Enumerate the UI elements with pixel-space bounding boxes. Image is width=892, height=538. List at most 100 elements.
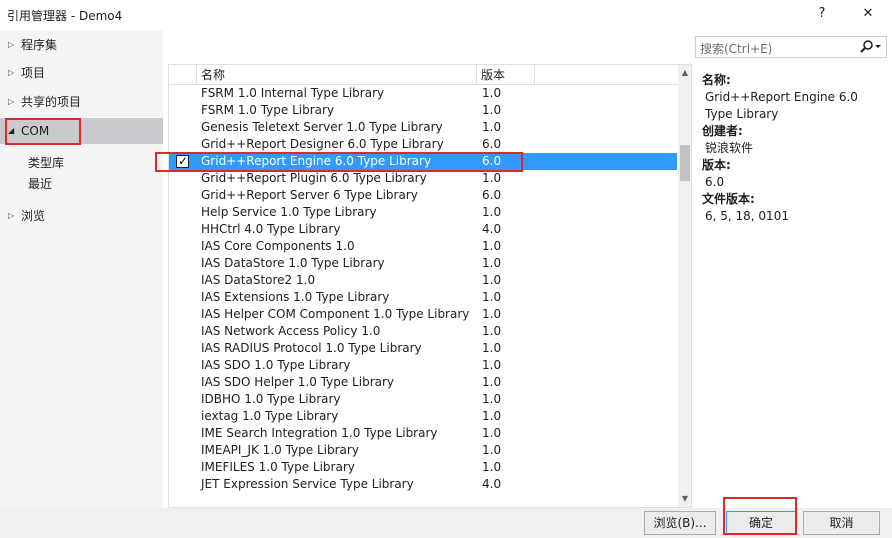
row-version: 1.0 [482, 307, 502, 321]
search-icon[interactable] [860, 39, 882, 55]
row-version: 1.0 [482, 205, 502, 219]
detail-version-label: 版本: [702, 158, 731, 172]
table-row[interactable]: ✓ Grid++Report Engine 6.0 Type Library 6.0 [169, 153, 677, 170]
row-name: Genesis Teletext Server 1.0 Type Library [201, 120, 443, 134]
search-box[interactable]: 搜索(Ctrl+E) [695, 36, 887, 58]
row-version: 1.0 [482, 426, 502, 440]
row-name: HHCtrl 4.0 Type Library [201, 222, 341, 236]
row-name: Help Service 1.0 Type Library [201, 205, 377, 219]
browse-button[interactable]: 浏览(B)... [644, 511, 716, 535]
table-row[interactable]: IAS DataStore2 1.0 1.0 [169, 272, 679, 289]
cancel-button[interactable]: 取消 [803, 511, 880, 535]
title-bar: 引用管理器 - Demo4 ? ✕ [0, 0, 892, 30]
table-row[interactable]: JET Expression Service Type Library 4.0 [169, 476, 679, 493]
column-header-name[interactable]: 名称 [197, 65, 477, 85]
table-row[interactable]: FSRM 1.0 Internal Type Library 1.0 [169, 85, 679, 102]
table-row[interactable]: FSRM 1.0 Type Library 1.0 [169, 102, 679, 119]
sidebar-item-label: 程序集 [21, 38, 58, 52]
row-version: 4.0 [482, 477, 502, 491]
scroll-down-icon[interactable]: ▼ [678, 491, 691, 507]
row-version: 1.0 [482, 273, 502, 287]
sidebar-item-assemblies[interactable]: ▷ 程序集 [0, 32, 163, 58]
table-row[interactable]: IAS Extensions 1.0 Type Library 1.0 [169, 289, 679, 306]
table-row[interactable]: HHCtrl 4.0 Type Library 4.0 [169, 221, 679, 238]
check-mark-icon: ✓ [177, 154, 189, 168]
sidebar-item-browse[interactable]: ▷ 浏览 [0, 203, 163, 229]
table-row[interactable]: IAS Network Access Policy 1.0 1.0 [169, 323, 679, 340]
row-name: IME Search Integration 1.0 Type Library [201, 426, 438, 440]
table-row[interactable]: IME Search Integration 1.0 Type Library 1… [169, 425, 679, 442]
detail-creator-label: 创建者: [702, 124, 743, 138]
row-name: IAS Core Components 1.0 [201, 239, 355, 253]
row-name: IDBHO 1.0 Type Library [201, 392, 341, 406]
sidebar-item-shared-projects[interactable]: ▷ 共享的项目 [0, 89, 163, 115]
row-checkbox[interactable]: ✓ [176, 154, 189, 168]
expand-arrow-icon: ▷ [8, 40, 15, 49]
header-checkbox-column [169, 65, 197, 85]
table-row[interactable]: IMEAPI_JK 1.0 Type Library 1.0 [169, 442, 679, 459]
detail-version-value: 6.0 [705, 175, 725, 189]
expand-arrow-icon: ▷ [8, 68, 15, 77]
row-version: 1.0 [482, 392, 502, 406]
expand-arrow-icon: ▷ [8, 97, 15, 106]
expand-arrow-icon: ▷ [8, 211, 15, 220]
table-row[interactable]: IDBHO 1.0 Type Library 1.0 [169, 391, 679, 408]
row-version: 1.0 [482, 324, 502, 338]
detail-name-label: 名称: [702, 73, 731, 87]
table-row[interactable]: IAS RADIUS Protocol 1.0 Type Library 1.0 [169, 340, 679, 357]
table-row[interactable]: IAS SDO Helper 1.0 Type Library 1.0 [169, 374, 679, 391]
row-version: 1.0 [482, 256, 502, 270]
table-row[interactable]: IAS Helper COM Component 1.0 Type Librar… [169, 306, 679, 323]
row-version: 1.0 [482, 239, 502, 253]
table-row[interactable]: Grid++Report Designer 6.0 Type Library 6.… [169, 136, 679, 153]
row-version: 1.0 [482, 290, 502, 304]
type-library-list: 名称 版本 FSRM 1.0 Internal Type Library 1.0 F… [168, 64, 692, 508]
row-name: IAS SDO 1.0 Type Library [201, 358, 351, 372]
row-name: JET Expression Service Type Library [201, 477, 414, 491]
sidebar-subitem-recent[interactable]: 最近 [28, 174, 52, 194]
row-version: 4.0 [482, 222, 502, 236]
window-title: 引用管理器 - Demo4 [7, 9, 123, 23]
table-row[interactable]: Genesis Teletext Server 1.0 Type Library… [169, 119, 679, 136]
row-version: 1.0 [482, 375, 502, 389]
details-pane: 名称: Grid++Report Engine 6.0 Type Library… [702, 72, 887, 225]
vertical-scrollbar[interactable]: ▲ ▼ [678, 65, 691, 507]
table-row[interactable]: Grid++Report Server 6 Type Library 6.0 [169, 187, 679, 204]
sidebar-item-com[interactable]: ◢ COM [0, 118, 163, 144]
row-name: IAS DataStore2 1.0 [201, 273, 316, 287]
dialog-footer: 浏览(B)... 确定 取消 [0, 508, 892, 538]
sidebar-item-label: 浏览 [21, 209, 46, 223]
table-row[interactable]: iextag 1.0 Type Library 1.0 [169, 408, 679, 425]
table-row[interactable]: IAS SDO 1.0 Type Library 1.0 [169, 357, 679, 374]
sidebar-item-label: COM [21, 124, 50, 138]
sidebar-subitem-type-libraries[interactable]: 类型库 [28, 153, 64, 173]
row-name: FSRM 1.0 Internal Type Library [201, 86, 385, 100]
row-name: IAS Extensions 1.0 Type Library [201, 290, 390, 304]
row-name: Grid++Report Plugin 6.0 Type Library [201, 171, 427, 185]
row-name: IMEAPI_JK 1.0 Type Library [201, 443, 359, 457]
close-button[interactable]: ✕ [854, 4, 882, 24]
help-button[interactable]: ? [808, 4, 836, 24]
row-name: iextag 1.0 Type Library [201, 409, 339, 423]
table-row[interactable]: IAS DataStore 1.0 Type Library 1.0 [169, 255, 679, 272]
list-header: 名称 版本 [169, 65, 679, 85]
table-row[interactable]: IMEFILES 1.0 Type Library 1.0 [169, 459, 679, 476]
sidebar-item-projects[interactable]: ▷ 项目 [0, 60, 163, 86]
detail-file-version-value: 6, 5, 18, 0101 [705, 209, 789, 223]
table-row[interactable]: Grid++Report Plugin 6.0 Type Library 1.0 [169, 170, 679, 187]
row-version: 6.0 [482, 188, 502, 202]
row-name: IMEFILES 1.0 Type Library [201, 460, 355, 474]
scroll-thumb[interactable] [680, 145, 690, 181]
detail-file-version-label: 文件版本: [702, 192, 755, 206]
row-name: IAS Network Access Policy 1.0 [201, 324, 381, 338]
table-row[interactable]: IAS Core Components 1.0 1.0 [169, 238, 679, 255]
scroll-up-icon[interactable]: ▲ [678, 65, 691, 81]
row-version: 1.0 [482, 409, 502, 423]
collapse-arrow-icon: ◢ [8, 126, 15, 135]
ok-button[interactable]: 确定 [726, 511, 796, 535]
table-row[interactable]: Help Service 1.0 Type Library 1.0 [169, 204, 679, 221]
row-name: IAS RADIUS Protocol 1.0 Type Library [201, 341, 422, 355]
search-placeholder: 搜索(Ctrl+E) [700, 42, 773, 56]
row-name: IAS Helper COM Component 1.0 Type Librar… [201, 307, 470, 321]
column-header-version[interactable]: 版本 [477, 65, 535, 85]
